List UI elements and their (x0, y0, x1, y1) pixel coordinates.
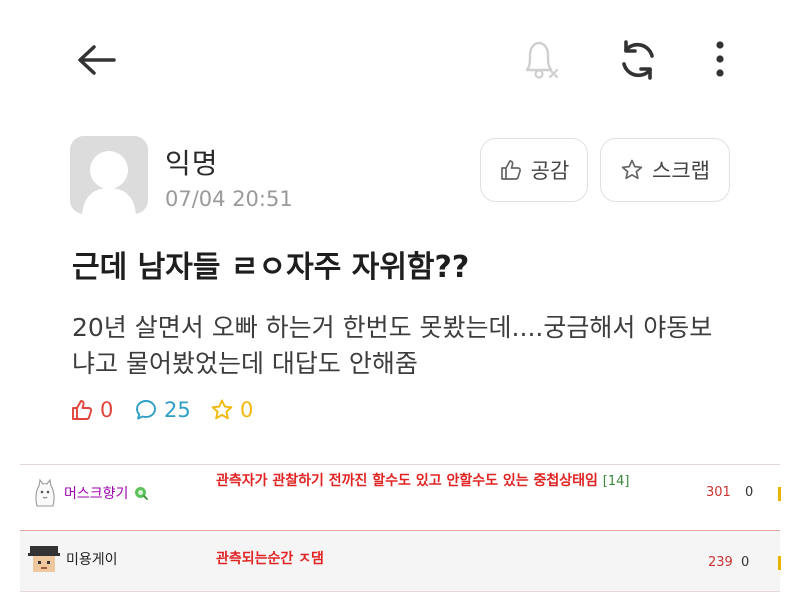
star-icon (620, 158, 644, 182)
more-vertical-icon[interactable] (708, 38, 732, 82)
like-count: 0 (70, 398, 113, 422)
comment-text: 관측되는순간 ㅈ댐 (216, 551, 324, 567)
comment-count: 25 (134, 398, 191, 422)
speech-bubble-icon (134, 398, 158, 422)
like-count-value: 0 (100, 398, 114, 422)
status-marker (778, 556, 781, 570)
post-body: 20년 살면서 오빠 하는거 한번도 못봤는데....궁금해서 야동보냐고 물어… (72, 313, 713, 378)
reply-count[interactable]: [14] (603, 474, 630, 489)
comment-score: 301 (706, 485, 731, 500)
comment-author-name: 미용게이 (66, 552, 118, 568)
comment-author[interactable]: 머스크향기 (32, 478, 149, 508)
author-name: 익명 (165, 147, 219, 180)
like-button-label: 공감 (530, 159, 570, 183)
bell-off-icon[interactable] (516, 36, 562, 82)
scrap-count: 0 (210, 398, 253, 422)
comment-score: 239 (708, 555, 733, 570)
green-badge-icon (134, 486, 149, 500)
star-icon (210, 398, 234, 422)
comment-extra-count: 0 (741, 555, 750, 570)
like-button[interactable]: 공감 (480, 138, 588, 202)
status-marker (778, 487, 781, 501)
comment-text-body: 관측자가 관찰하기 전까진 할수도 있고 안할수도 있는 중첩상태임 (216, 473, 598, 489)
post-timestamp: 07/04 20:51 (165, 187, 293, 211)
thumbs-up-icon (70, 398, 94, 422)
pixel-avatar-icon (28, 544, 60, 574)
comment-row-bg (20, 531, 780, 591)
refresh-icon[interactable] (614, 36, 662, 84)
comment-extra-count: 0 (745, 485, 754, 500)
back-arrow-icon[interactable] (72, 40, 120, 80)
divider (20, 591, 780, 592)
avatar (70, 136, 148, 214)
divider (20, 464, 780, 465)
post-title: 근데 남자들 ㄹㅇ자주 자위함?? (72, 250, 470, 285)
scrap-button-label: 스크랩 (652, 159, 710, 183)
author-avatar-icon (32, 478, 58, 508)
comment-author[interactable]: 미용게이 (28, 544, 118, 574)
scrap-count-value: 0 (240, 398, 254, 422)
comment-count-value: 25 (164, 398, 191, 422)
comment-text: 관측자가 관찰하기 전까진 할수도 있고 안할수도 있는 중첩상태임 [14] (216, 470, 698, 493)
scrap-button[interactable]: 스크랩 (600, 138, 730, 202)
comment-author-name: 머스크향기 (64, 486, 129, 502)
thumbs-up-icon (499, 158, 523, 182)
